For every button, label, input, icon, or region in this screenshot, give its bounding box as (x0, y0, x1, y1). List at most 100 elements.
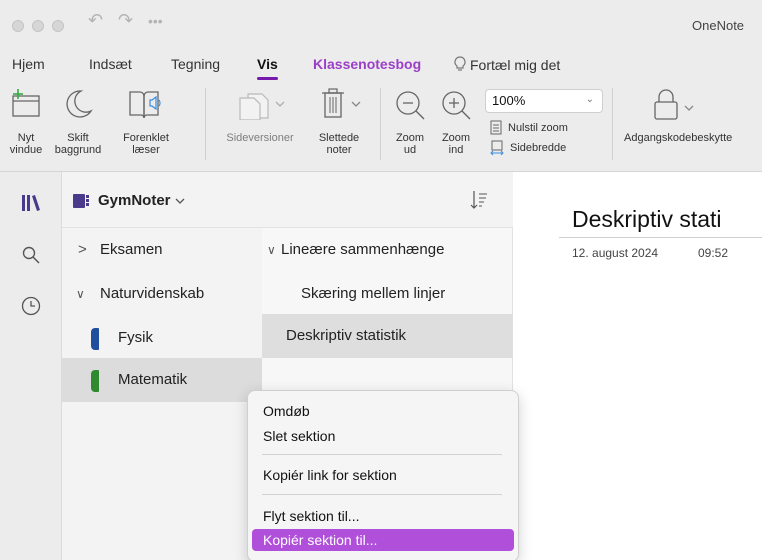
notebook-name[interactable]: GymNoter (98, 192, 171, 209)
new-window-label-2: vindue (9, 144, 43, 156)
zoom-window-button[interactable] (52, 20, 64, 32)
page-icon (490, 120, 502, 135)
sort-icon[interactable] (470, 190, 488, 210)
tab-vis[interactable]: Vis (257, 56, 278, 80)
more-icon[interactable]: ••• (148, 13, 163, 29)
page-group-lineaere[interactable]: ∨ Lineære sammenhænge (262, 228, 513, 272)
redo-icon[interactable]: ↷ (118, 10, 133, 31)
section-label: Eksamen (100, 241, 163, 258)
zoom-level-value: 100% (492, 93, 526, 108)
chevron-down-icon: ∨ (267, 243, 276, 257)
deleted-label-2: noter (326, 144, 352, 156)
reader-icon (129, 91, 161, 119)
ribbon-separator (205, 88, 206, 160)
deleted-notes-button[interactable]: Slettede noter (306, 88, 372, 156)
page-deskriptiv[interactable]: Deskriptiv statistik (262, 314, 513, 358)
search-icon (22, 246, 40, 264)
title-underline (559, 237, 762, 238)
menu-item-move-section[interactable]: Flyt sektion til... (252, 505, 514, 527)
reset-zoom-label: Nulstil zoom (508, 121, 568, 134)
chevron-right-icon: > (78, 241, 87, 258)
lock-icon (654, 89, 694, 120)
section-group-eksamen[interactable]: > Eksamen (62, 228, 262, 272)
section-fysik[interactable]: Fysik (62, 316, 262, 360)
minimize-window-button[interactable] (32, 20, 44, 32)
section-context-menu: Omdøb Slet sektion Kopiér link for sekti… (247, 390, 519, 560)
tab-indsaet[interactable]: Indsæt (89, 56, 132, 72)
zoom-in-button[interactable]: Zoom ind (436, 88, 476, 156)
section-label: Naturvidenskab (100, 285, 205, 302)
reader-label-2: læser (132, 144, 160, 156)
deleted-label-1: Slettede (318, 132, 360, 144)
notebook-header: GymNoter (62, 172, 513, 228)
notebooks-button[interactable] (0, 194, 62, 212)
menu-item-rename[interactable]: Omdøb (252, 400, 514, 422)
page-versions-label: Sideversioner (226, 132, 294, 144)
tab-klassenotesbog[interactable]: Klassenotesbog (313, 56, 421, 72)
search-button[interactable] (0, 246, 62, 264)
section-matematik[interactable]: Matematik (62, 358, 262, 402)
undo-icon[interactable]: ↶ (88, 10, 103, 31)
page-time: 09:52 (698, 246, 729, 260)
password-protect-button[interactable]: Adgangskodebeskytte (620, 88, 762, 144)
chevron-down-icon[interactable] (174, 196, 186, 206)
page-date: 12. august 2024 (572, 246, 659, 260)
close-window-button[interactable] (12, 20, 24, 32)
app-title: OneNote (692, 18, 745, 33)
chevron-down-icon: ⌄ (585, 94, 594, 105)
tell-me-label: Fortæl mig det (470, 57, 561, 73)
page-label: Deskriptiv statistik (286, 327, 407, 344)
zoom-level-select[interactable]: 100% ⌄ (485, 89, 603, 113)
section-label: Fysik (118, 329, 153, 346)
ribbon-tabs: Hjem Indsæt Tegning Vis Klassenotesbog F… (0, 46, 762, 80)
menu-item-copy-link[interactable]: Kopiér link for sektion (252, 464, 514, 486)
title-bar: ↶ ↷ ••• OneNote (0, 0, 762, 46)
page-label: Skæring mellem linjer (301, 285, 446, 302)
clock-icon (21, 296, 41, 316)
moon-icon (66, 90, 93, 118)
reset-zoom-button[interactable]: Nulstil zoom (490, 120, 568, 135)
ribbon: Nyt vindue Skift baggrund Forenklet læser S… (0, 80, 762, 172)
notebook-icon (73, 194, 89, 208)
new-window-icon (12, 89, 40, 117)
switch-bg-label-2: baggrund (54, 144, 102, 156)
tell-me-search[interactable]: Fortæl mig det (454, 56, 560, 73)
page-width-button[interactable]: Sidebredde (490, 140, 566, 156)
new-window-label-1: Nyt (17, 132, 35, 144)
zoom-in-icon (442, 91, 471, 120)
ribbon-separator (380, 88, 381, 160)
menu-item-copy-section[interactable]: Kopiér sektion til... (252, 529, 514, 551)
navigation-rail (0, 172, 62, 560)
switch-bg-label-1: Skift (67, 132, 89, 144)
section-color-tab (91, 328, 99, 350)
recent-notes-button[interactable] (0, 296, 62, 316)
page-label: Lineære sammenhænge (281, 241, 445, 258)
new-window-button[interactable]: Nyt vindue (6, 88, 46, 156)
page-width-icon (490, 140, 504, 156)
page-versions-icon (239, 93, 285, 120)
page-title[interactable]: Deskriptiv stati (572, 206, 722, 233)
zoom-out-icon (396, 91, 425, 120)
section-group-naturvidenskab[interactable]: ∨ Naturvidenskab (62, 272, 262, 316)
tab-tegning[interactable]: Tegning (171, 56, 220, 72)
lightbulb-icon (454, 56, 466, 71)
ribbon-separator (612, 88, 613, 160)
library-icon (22, 195, 40, 211)
immersive-reader-button[interactable]: Forenklet læser (110, 88, 182, 156)
page-skaering[interactable]: Skæring mellem linjer (262, 272, 513, 316)
zoom-in-label-2: ind (448, 144, 464, 156)
zoom-out-label-1: Zoom (395, 132, 425, 144)
menu-separator (262, 454, 502, 455)
menu-item-delete-section[interactable]: Slet sektion (252, 425, 514, 447)
reader-label-1: Forenklet (123, 132, 169, 144)
zoom-out-label-2: ud (403, 144, 417, 156)
switch-background-button[interactable]: Skift baggrund (52, 88, 104, 156)
trash-icon (322, 88, 361, 118)
section-color-tab (91, 370, 99, 392)
tab-hjem[interactable]: Hjem (12, 56, 45, 72)
menu-separator (262, 494, 502, 495)
zoom-out-button[interactable]: Zoom ud (392, 88, 428, 156)
password-protect-label: Adgangskodebeskytte (624, 132, 733, 144)
page-versions-button[interactable]: Sideversioner (212, 88, 308, 144)
zoom-in-label-1: Zoom (441, 132, 471, 144)
